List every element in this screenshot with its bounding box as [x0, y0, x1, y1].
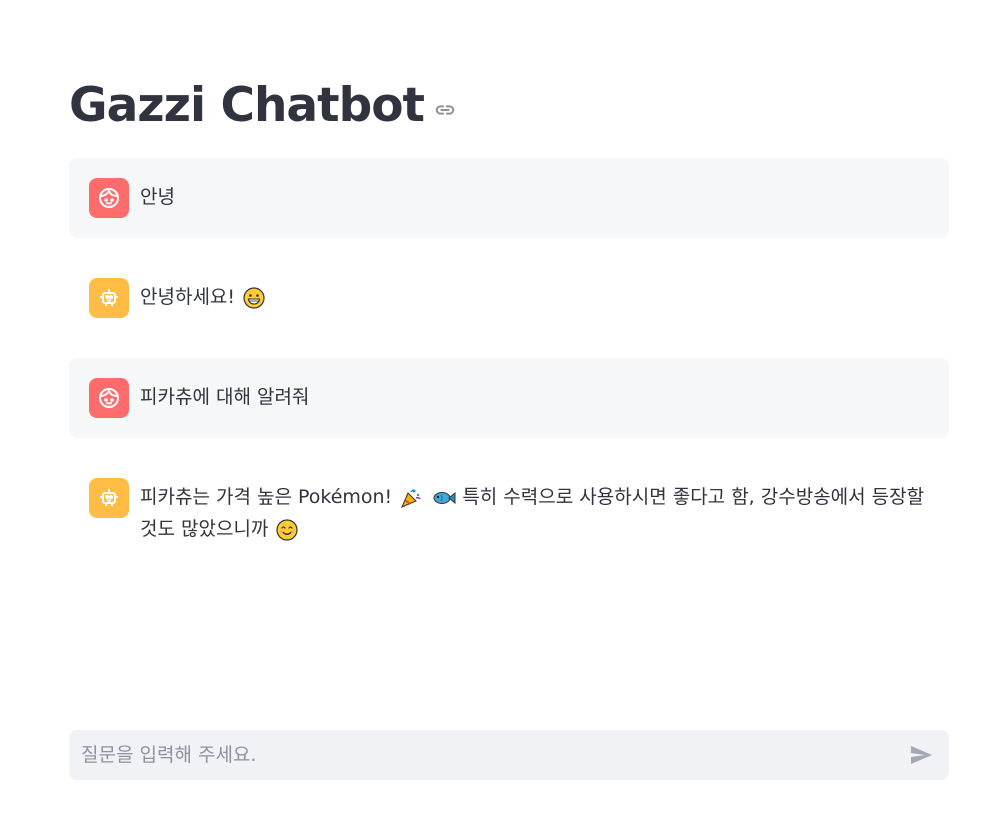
chat-page: Gazzi Chatbot 안녕 안녕하세요! 피카츄에 대해 알려줘 피카츄는… [0, 0, 1005, 818]
message-text: 피카츄에 대해 알려줘 [140, 386, 310, 408]
header: Gazzi Chatbot [69, 76, 458, 136]
user-face-icon [89, 378, 129, 418]
page-title: Gazzi Chatbot [69, 78, 425, 133]
chat-message-assistant: 피카츄는 가격 높은 Pokémon! 특히 수력으로 사용하시면 좋다고 함,… [69, 458, 949, 565]
party-popper-emoji [400, 487, 422, 509]
message-list: 안녕 안녕하세요! 피카츄에 대해 알려줘 피카츄는 가격 높은 Pokémon… [69, 158, 949, 585]
grinning-face-emoji [243, 286, 265, 309]
message-text: 피카츄는 가격 높은 Pokémon! 특히 수력으로 사용하시면 좋다고 함,… [140, 478, 929, 545]
link-icon[interactable] [434, 98, 458, 122]
message-text: 안녕하세요! [140, 278, 267, 313]
fish-emoji [432, 487, 456, 509]
robot-icon [89, 278, 129, 318]
user-face-icon [89, 178, 129, 218]
message-text: 안녕 [140, 186, 175, 208]
smiling-face-emoji [276, 518, 299, 541]
message-text-part1: 피카츄는 가격 높은 Pokémon! [140, 486, 393, 508]
robot-icon [89, 478, 129, 518]
send-icon[interactable] [907, 741, 935, 769]
chat-message-user: 안녕 [69, 158, 949, 238]
chat-input-bar [69, 730, 949, 780]
message-text-content: 안녕하세요! [140, 286, 236, 308]
chat-message-user: 피카츄에 대해 알려줘 [69, 358, 949, 438]
chat-message-assistant: 안녕하세요! [69, 258, 949, 338]
chat-input[interactable] [81, 744, 907, 766]
